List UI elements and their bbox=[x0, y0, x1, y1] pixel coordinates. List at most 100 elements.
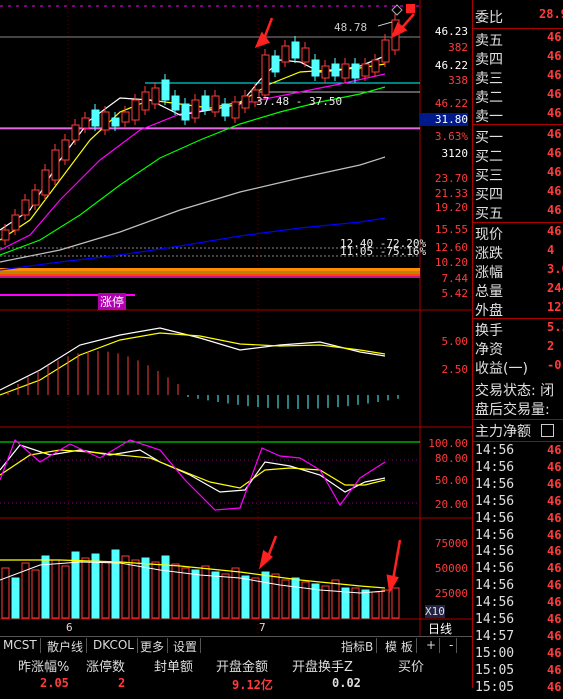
buy-level-value: 46 bbox=[547, 203, 562, 217]
limit-up-tag: 涨停 bbox=[98, 293, 127, 310]
tab-settings[interactable]: 设置 bbox=[170, 638, 202, 654]
tick-time: 14:56 bbox=[475, 595, 515, 611]
candle bbox=[331, 63, 340, 77]
kdj_axis-tick: 80.00 bbox=[434, 452, 468, 465]
stat-value: 46 bbox=[547, 224, 562, 238]
buy-level-row[interactable]: 买二 46 bbox=[473, 146, 563, 165]
candle bbox=[221, 103, 230, 117]
kdj_axis-tick: 100.00 bbox=[428, 437, 468, 450]
header-prev-rise[interactable]: 昨涨幅% bbox=[18, 656, 69, 675]
price_axis-tick: 10.20 bbox=[434, 256, 468, 269]
zoom-in-button[interactable]: + bbox=[423, 638, 441, 653]
sell-level-value: 46 bbox=[547, 68, 562, 82]
buy-level-row[interactable]: 买三 46 bbox=[473, 165, 563, 184]
after-hours-row: 盘后交易量: bbox=[473, 399, 563, 418]
indicator-b-button[interactable]: 指标B bbox=[338, 638, 378, 654]
candle bbox=[111, 117, 120, 127]
volume-bar bbox=[261, 571, 270, 619]
volume-bar bbox=[221, 573, 230, 619]
sell-level-value: 46 bbox=[547, 30, 562, 44]
zoom-out-button[interactable]: - bbox=[446, 638, 458, 653]
volume-bar bbox=[381, 589, 390, 619]
price_axis-tick: 31.80 bbox=[420, 113, 468, 126]
tab-mcst[interactable]: MCST bbox=[0, 638, 41, 653]
stat-row[interactable]: 外盘 127 bbox=[473, 300, 563, 319]
header-bid-price[interactable]: 买价 bbox=[398, 656, 424, 675]
header-open-turnover[interactable]: 开盘换手Z bbox=[292, 656, 353, 675]
stat2-value: 2 bbox=[547, 339, 555, 353]
table-icon[interactable] bbox=[541, 424, 554, 437]
stat2-label: 换手 bbox=[475, 323, 503, 339]
volume-bar bbox=[371, 591, 380, 619]
candle bbox=[141, 91, 150, 111]
price_axis-tick: 15.55 bbox=[434, 223, 468, 236]
buy-level-row[interactable]: 买五 46 bbox=[473, 203, 563, 222]
header-seal-amount[interactable]: 封单额 bbox=[154, 656, 193, 675]
sell-level-value: 46 bbox=[547, 87, 562, 101]
buy-level-label: 买二 bbox=[475, 149, 503, 165]
tick-time: 14:56 bbox=[475, 510, 515, 526]
stat2-row[interactable]: 换手 5.1 bbox=[473, 320, 563, 339]
sell-level-value: 46 bbox=[547, 106, 562, 120]
header-limit-count[interactable]: 涨停数 bbox=[86, 656, 125, 675]
stat-value: 4 bbox=[547, 243, 555, 257]
stat-row[interactable]: 现价 46 bbox=[473, 224, 563, 243]
volume-bar bbox=[191, 569, 200, 619]
candle bbox=[321, 65, 330, 79]
tick-price: 46 bbox=[547, 679, 562, 694]
stat2-row[interactable]: 净资 2 bbox=[473, 339, 563, 358]
buy-level-row[interactable]: 买四 46 bbox=[473, 184, 563, 203]
flag-icon bbox=[406, 4, 415, 13]
wei-bi-row: 委比 28.9 bbox=[473, 7, 563, 26]
tick-time: 14:56 bbox=[475, 443, 515, 458]
quote-sidebar: 委比 28.9 卖五 46 卖四 46 卖三 46 卖二 46 卖一 46 买一 46 买二 46 买三 4… bbox=[472, 0, 563, 695]
candle bbox=[131, 99, 140, 121]
sell-level-label: 卖三 bbox=[475, 71, 503, 87]
bottom-header: 昨涨幅% 涨停数 封单额 开盘金额 开盘换手Z 买价 2.05 2 9.12亿 … bbox=[0, 654, 472, 692]
candle bbox=[41, 169, 50, 196]
after-hours-label: 盘后交易量: bbox=[475, 402, 550, 418]
wei-bi-value: 28.9 bbox=[539, 7, 563, 21]
net-amount-row[interactable]: 主力净额 bbox=[473, 421, 563, 440]
tick-time: 15:05 bbox=[475, 662, 515, 678]
tick-price: 46 bbox=[547, 493, 562, 508]
buy-level-value: 46 bbox=[547, 184, 562, 198]
header-open-amount[interactable]: 开盘金额 bbox=[216, 656, 268, 675]
kline-chart[interactable] bbox=[0, 0, 472, 636]
tick-price: 46 bbox=[547, 662, 562, 677]
sell-level-row[interactable]: 卖四 46 bbox=[473, 49, 563, 68]
stat-row[interactable]: 涨跌 4 bbox=[473, 243, 563, 262]
template-button[interactable]: 模 板 bbox=[382, 638, 417, 654]
candle bbox=[341, 63, 350, 79]
volume-bar bbox=[31, 569, 40, 619]
tick-price: 46 bbox=[547, 612, 562, 626]
sell-level-row[interactable]: 卖五 46 bbox=[473, 30, 563, 49]
candle bbox=[281, 45, 290, 63]
candle bbox=[151, 87, 160, 105]
sell-level-row[interactable]: 卖三 46 bbox=[473, 68, 563, 87]
stat-label: 涨跌 bbox=[475, 246, 503, 262]
volume-bar bbox=[51, 559, 60, 619]
stat-row[interactable]: 涨幅 3.0 bbox=[473, 262, 563, 281]
price_axis-tick: 338 bbox=[448, 74, 468, 87]
sell-level-label: 卖四 bbox=[475, 52, 503, 68]
tick-price: 46 bbox=[547, 645, 562, 660]
tick-row: 15:05 46 bbox=[473, 680, 563, 699]
sell-level-value: 46 bbox=[547, 49, 562, 63]
buy-level-row[interactable]: 买一 46 bbox=[473, 127, 563, 146]
sell-level-label: 卖二 bbox=[475, 90, 503, 106]
candle bbox=[101, 111, 110, 131]
volume-bar bbox=[101, 561, 110, 619]
stat2-row[interactable]: 收益(一) -0. bbox=[473, 358, 563, 377]
sell-level-row[interactable]: 卖二 46 bbox=[473, 87, 563, 106]
day-line-button[interactable]: 日线 bbox=[428, 620, 452, 637]
tick-price: 46 bbox=[547, 459, 562, 474]
tab-dkcol[interactable]: DKCOL bbox=[90, 638, 138, 653]
tab-more[interactable]: 更多 bbox=[137, 638, 169, 654]
tick-price: 46 bbox=[547, 476, 562, 491]
stat-row[interactable]: 总量 244 bbox=[473, 281, 563, 300]
tab-retail-line[interactable]: 散户线 bbox=[44, 638, 88, 654]
price_axis-tick: 382 bbox=[448, 41, 468, 54]
volume-bar bbox=[41, 555, 50, 619]
sell-level-row[interactable]: 卖一 46 bbox=[473, 106, 563, 125]
